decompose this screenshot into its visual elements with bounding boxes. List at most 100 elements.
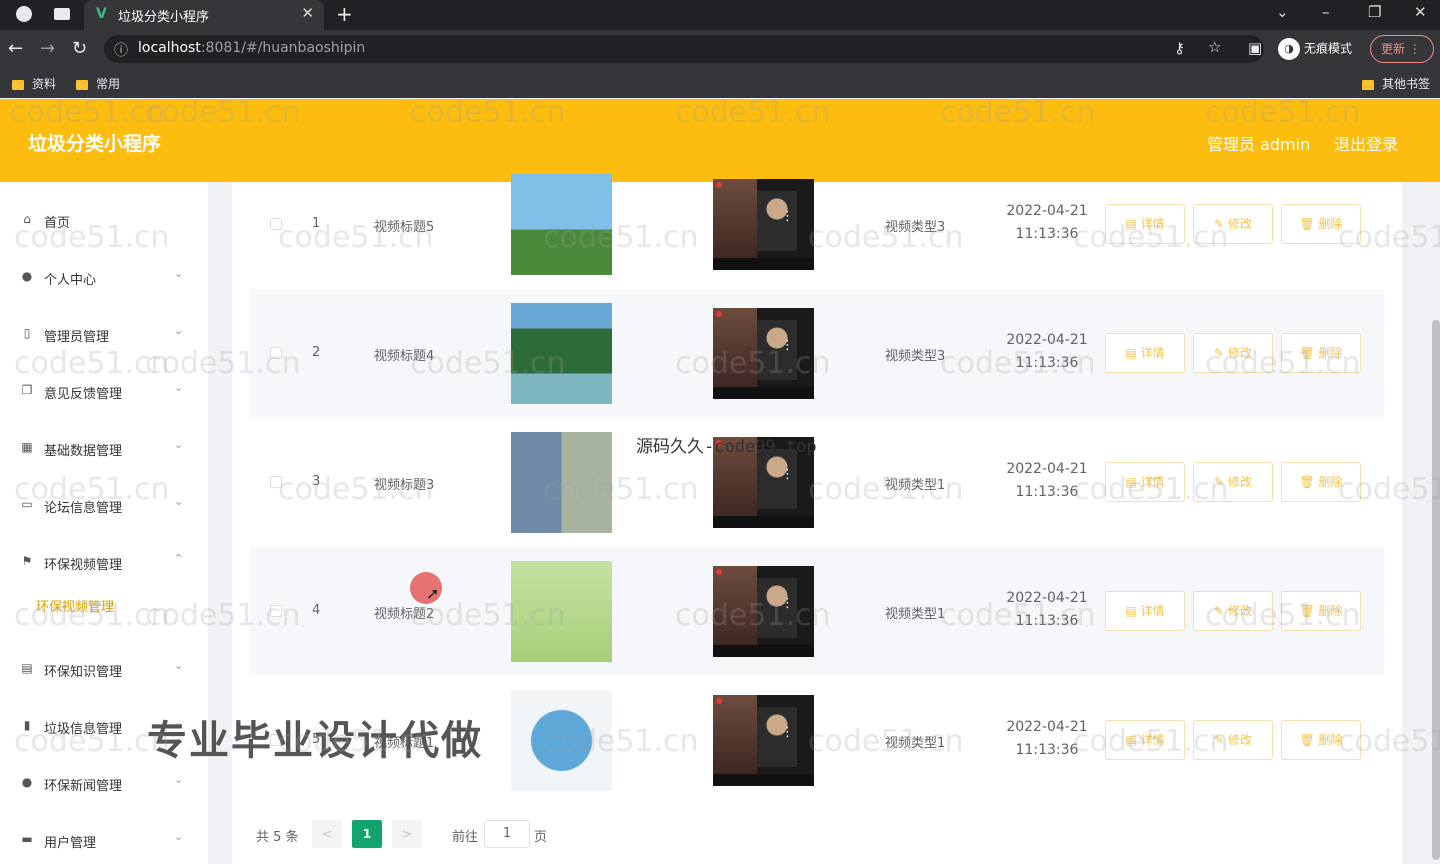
sidebar-item-label: 首页: [44, 216, 71, 231]
sidebar-item-10[interactable]: ▬ 用户管理 ⌄: [0, 820, 208, 860]
sidebar-item-1[interactable]: ● 个人中心 ⌄: [0, 257, 208, 297]
chevron-icon: ⌃: [174, 552, 184, 565]
sidebar-item-2[interactable]: ▯ 管理员管理 ⌄: [0, 314, 208, 354]
video-player[interactable]: ⋮: [713, 308, 814, 399]
browser-tab[interactable]: V 垃圾分类小程序 ✕: [84, 0, 324, 30]
page-1-button[interactable]: 1: [352, 820, 382, 848]
restore-icon[interactable]: ❐: [1368, 3, 1381, 21]
delete-button[interactable]: 🗑 删除: [1281, 720, 1361, 760]
delete-icon: 🗑: [1299, 217, 1315, 231]
close-tab-icon[interactable]: ✕: [301, 4, 314, 22]
sidebar-item-9[interactable]: ● 环保新闻管理 ⌄: [0, 763, 208, 803]
reload-icon[interactable]: ↻: [72, 38, 87, 59]
scrollbar-thumb[interactable]: [1432, 320, 1440, 860]
edit-button[interactable]: ✎ 修改: [1193, 333, 1273, 373]
back-icon[interactable]: ←: [8, 38, 23, 59]
bookmark-star-icon[interactable]: ☆: [1208, 38, 1221, 56]
video-player[interactable]: ⋮: [713, 566, 814, 657]
chevron-icon: ⌄: [174, 830, 184, 843]
incognito-label: 无痕模式: [1304, 41, 1353, 56]
pagination: 共 5 条 < 1 > 前往 1 页: [232, 812, 1402, 852]
folder-icon: [12, 79, 24, 90]
bar-chart-icon: ▮: [23, 718, 31, 732]
forward-icon[interactable]: →: [40, 38, 55, 59]
goto-page-input[interactable]: 1: [484, 820, 530, 848]
sidebar-item-0[interactable]: ⌂ 首页: [0, 200, 208, 240]
bookmark-folder-changyong[interactable]: 常用: [76, 75, 120, 92]
url-host: localhost: [138, 40, 201, 56]
video-player[interactable]: ⋮: [713, 695, 814, 786]
sidebar-submenu-active[interactable]: 环保视频管理: [36, 596, 114, 615]
minimize-icon[interactable]: –: [1322, 3, 1330, 21]
row-checkbox[interactable]: [270, 347, 282, 359]
other-bookmarks[interactable]: 其他书签: [1362, 75, 1430, 92]
detail-label: 详情: [1140, 733, 1165, 747]
video-player[interactable]: ⋮: [713, 179, 814, 270]
page-suffix: 页: [534, 830, 548, 845]
row-checkbox[interactable]: [270, 218, 282, 230]
video-more-icon[interactable]: ⋮: [781, 338, 794, 353]
created-date: 2022-04-21: [1006, 332, 1088, 348]
tab-list-icon[interactable]: ⌄: [1276, 3, 1289, 21]
detail-button[interactable]: ▤ 详情: [1105, 462, 1185, 502]
video-frame-shelf: [713, 566, 757, 646]
delete-icon: 🗑: [1299, 346, 1315, 360]
sidebar-item-6[interactable]: ⚑ 环保视频管理 ⌃: [0, 542, 208, 582]
sidepanel-icon[interactable]: ▣: [1248, 39, 1262, 57]
sidebar-item-3[interactable]: ❐ 意见反馈管理 ⌄: [0, 371, 208, 411]
phone-icon: ▯: [23, 326, 31, 340]
sidebar-item-label: 管理员管理: [44, 330, 110, 345]
edit-button[interactable]: ✎ 修改: [1193, 591, 1273, 631]
bookmark-label: 常用: [96, 77, 121, 91]
delete-button[interactable]: 🗑 删除: [1281, 204, 1361, 244]
delete-button[interactable]: 🗑 删除: [1281, 591, 1361, 631]
bookmark-folder-ziliao[interactable]: 资料: [12, 75, 56, 92]
sidebar-item-label: 个人中心: [44, 273, 97, 288]
incognito-profile[interactable]: ◑ 无痕模式: [1278, 38, 1352, 60]
prev-page-button[interactable]: <: [312, 820, 342, 848]
row-index: 1: [312, 216, 321, 231]
next-page-button[interactable]: >: [392, 820, 422, 848]
new-tab-button[interactable]: +: [336, 2, 353, 26]
browser-tab-strip: V 垃圾分类小程序 ✕ + ⌄ – ❐ ✕: [0, 0, 1440, 30]
edit-button[interactable]: ✎ 修改: [1193, 720, 1273, 760]
key-icon[interactable]: ⚷: [1174, 39, 1185, 57]
tab-search-icon[interactable]: [54, 8, 70, 20]
video-type: 视频类型3: [885, 220, 946, 235]
url-field[interactable]: ⓘ localhost:8081/#/huanbaoshipin ⚷ ☆: [104, 35, 1264, 63]
delete-button[interactable]: 🗑 删除: [1281, 333, 1361, 373]
edit-button[interactable]: ✎ 修改: [1193, 462, 1273, 502]
video-more-icon[interactable]: ⋮: [781, 467, 794, 482]
row-checkbox[interactable]: [270, 476, 282, 488]
video-controls-bar[interactable]: [713, 645, 814, 657]
video-more-icon[interactable]: ⋮: [781, 209, 794, 224]
video-controls-bar[interactable]: [713, 774, 814, 786]
sidebar-item-4[interactable]: ▦ 基础数据管理 ⌄: [0, 428, 208, 468]
delete-label: 删除: [1318, 604, 1343, 618]
detail-button[interactable]: ▤ 详情: [1105, 720, 1185, 760]
browser-menu-icon[interactable]: [16, 6, 32, 22]
flag-icon: ⚑: [21, 554, 33, 568]
sidebar-item-5[interactable]: ▭ 论坛信息管理 ⌄: [0, 485, 208, 525]
video-type: 视频类型1: [885, 607, 946, 622]
video-controls-bar[interactable]: [713, 387, 814, 399]
site-info-icon[interactable]: ⓘ: [114, 40, 128, 60]
delete-label: 删除: [1318, 217, 1343, 231]
delete-button[interactable]: 🗑 删除: [1281, 462, 1361, 502]
video-more-icon[interactable]: ⋮: [781, 596, 794, 611]
detail-button[interactable]: ▤ 详情: [1105, 204, 1185, 244]
video-controls-bar[interactable]: [713, 258, 814, 270]
page-scrollbar[interactable]: [1430, 182, 1440, 864]
update-button[interactable]: 更新 ⋮: [1370, 35, 1434, 63]
video-controls-bar[interactable]: [713, 516, 814, 528]
edit-button[interactable]: ✎ 修改: [1193, 204, 1273, 244]
logout-link[interactable]: 退出登录: [1334, 131, 1398, 155]
video-more-icon[interactable]: ⋮: [781, 725, 794, 740]
row-checkbox[interactable]: [270, 605, 282, 617]
detail-button[interactable]: ▤ 详情: [1105, 333, 1185, 373]
close-window-icon[interactable]: ✕: [1414, 3, 1427, 21]
sidebar-item-7[interactable]: ▤ 环保知识管理 ⌄: [0, 649, 208, 689]
detail-label: 详情: [1140, 475, 1165, 489]
detail-button[interactable]: ▤ 详情: [1105, 591, 1185, 631]
chevron-icon: ⌄: [174, 438, 184, 451]
